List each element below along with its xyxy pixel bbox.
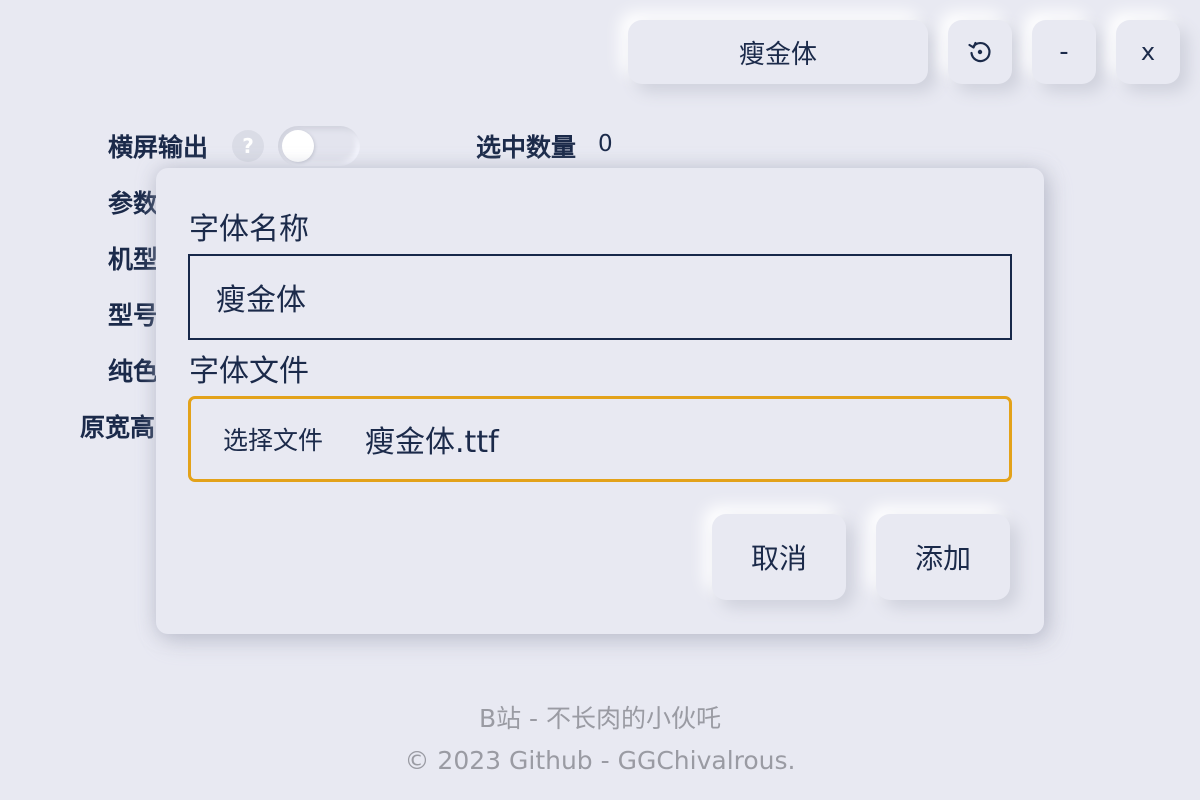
file-name: 瘦金体.ttf: [365, 425, 499, 460]
help-icon[interactable]: ?: [232, 130, 264, 162]
choose-file-button[interactable]: 选择文件: [223, 421, 323, 457]
model-label: 机型: [108, 245, 159, 274]
toggle-knob: [282, 130, 314, 162]
footer-author: B站 - 不长肉的小伙吒: [478, 704, 722, 733]
minimize-button[interactable]: -: [1032, 20, 1096, 84]
landscape-toggle[interactable]: [278, 126, 360, 166]
selected-count-value: 0: [598, 131, 613, 157]
selected-count-label: 选中数量: [476, 133, 577, 162]
font-name-input[interactable]: [188, 254, 1012, 340]
footer-copyright: © 2023 Github - GGChivalrous.: [404, 746, 796, 775]
original-size-label: 原宽高: [80, 413, 156, 442]
font-name-label: 字体名称: [189, 212, 309, 247]
add-font-dialog: 字体名称 字体文件 选择文件 瘦金体.ttf 取消 添加: [156, 168, 1044, 634]
reset-icon: [968, 41, 991, 63]
font-file-field[interactable]: 选择文件 瘦金体.ttf: [188, 396, 1012, 482]
reset-button[interactable]: [948, 20, 1012, 84]
app-window: 瘦金体 - x 横屏输出 ? 选中数量 0 参数 机型 型号 纯色 原宽高 字体…: [0, 0, 1200, 800]
type-label: 型号: [108, 301, 159, 330]
params-label: 参数: [108, 189, 159, 218]
landscape-output-label: 横屏输出: [108, 133, 209, 162]
close-button[interactable]: x: [1116, 20, 1180, 84]
cancel-button[interactable]: 取消: [712, 514, 846, 600]
font-select-button[interactable]: 瘦金体: [628, 20, 928, 84]
add-button[interactable]: 添加: [876, 514, 1010, 600]
font-file-label: 字体文件: [189, 354, 309, 389]
solid-color-label: 纯色: [108, 357, 159, 386]
